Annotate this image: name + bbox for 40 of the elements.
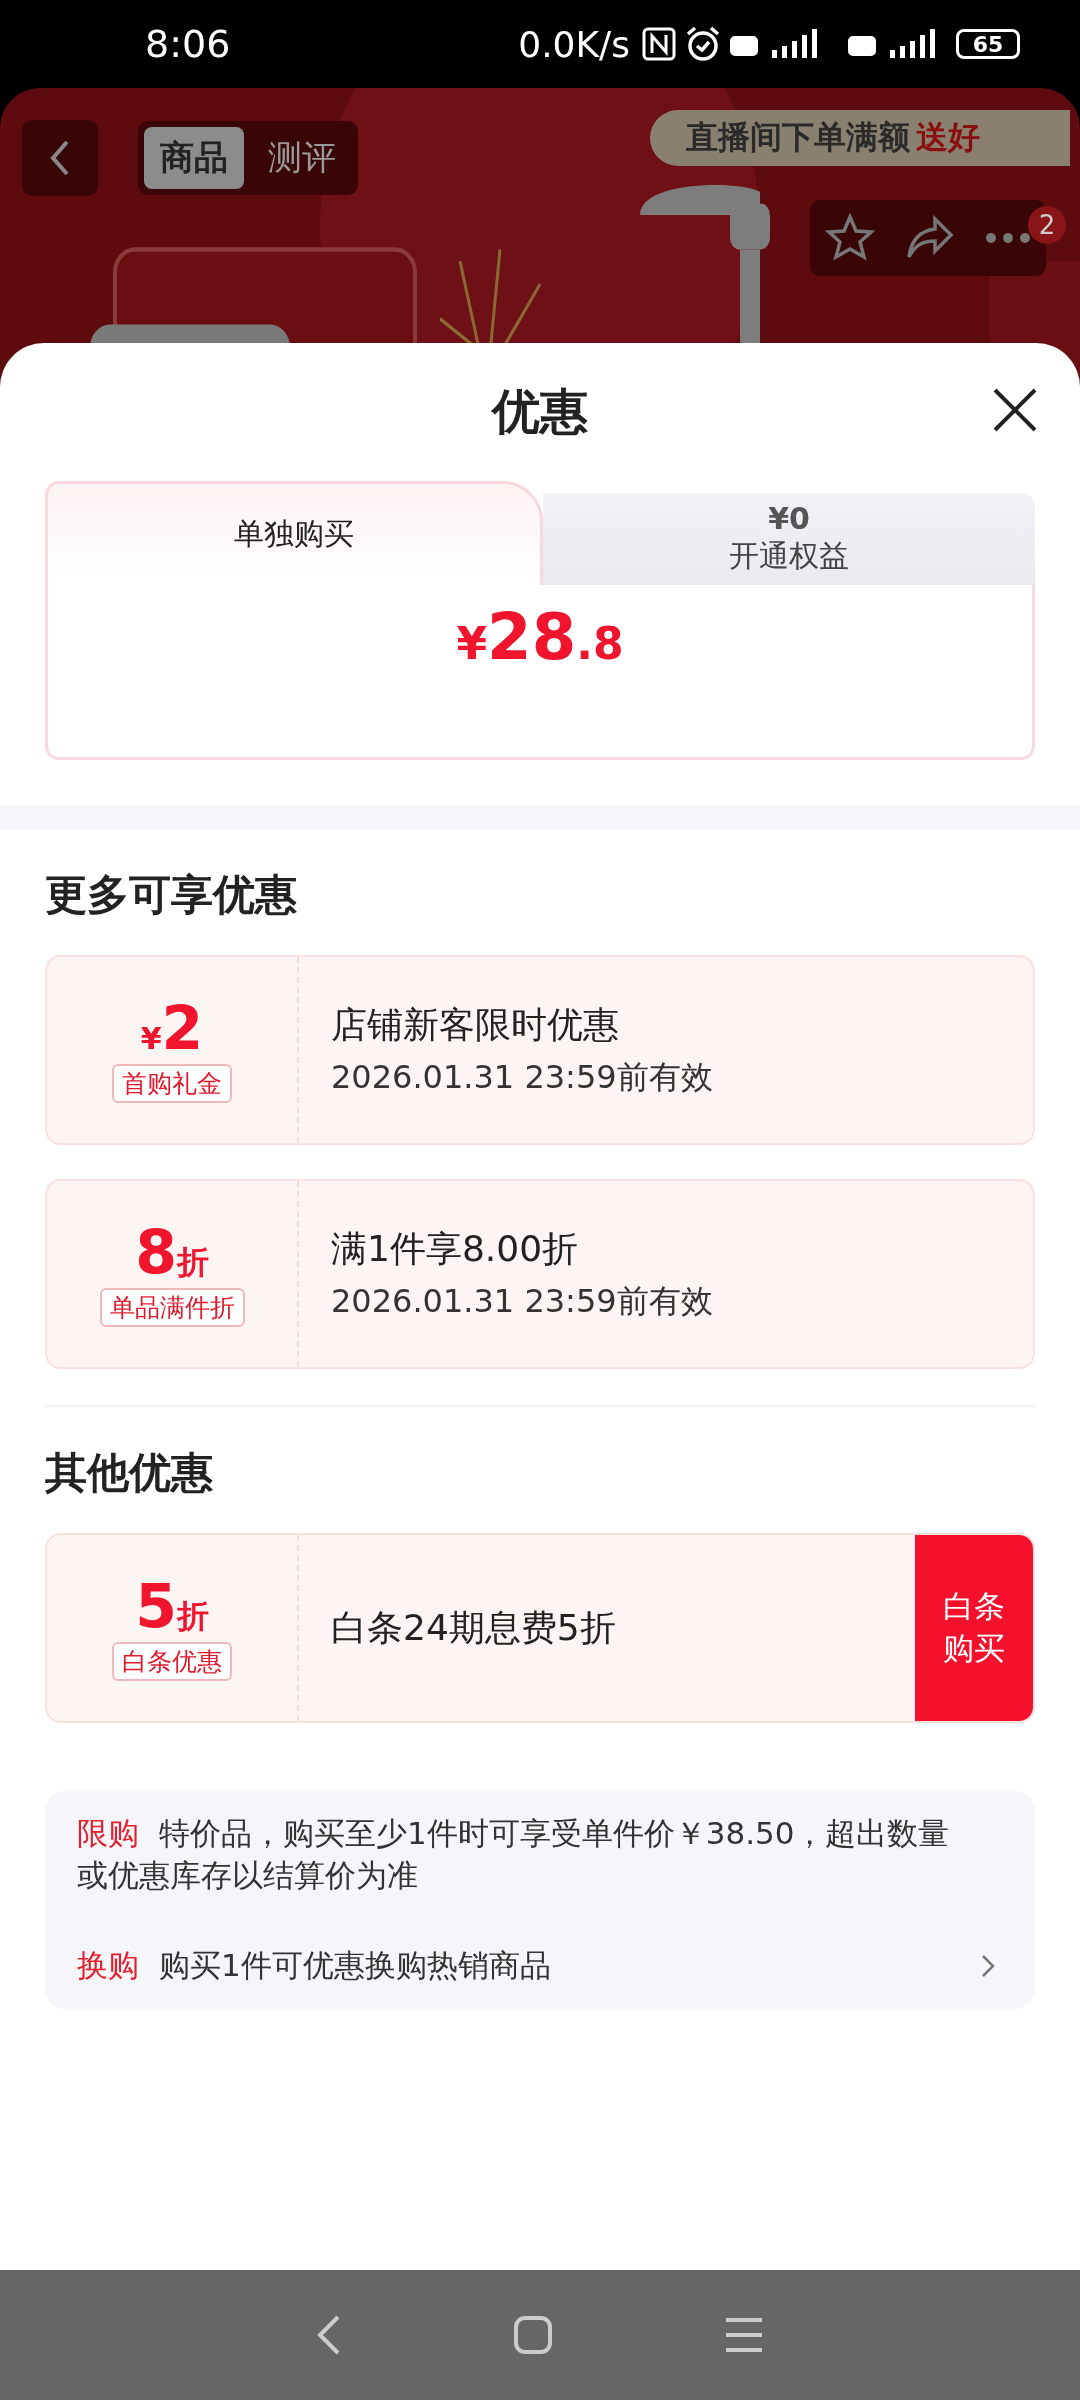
battery-indicator: 65: [956, 29, 1020, 59]
section-title: 其他优惠: [45, 1447, 214, 1499]
back-icon: [49, 138, 71, 178]
back-icon[interactable]: [315, 2313, 342, 2357]
star-icon[interactable]: [825, 213, 875, 263]
banner-text: 直播间下单满额: [686, 117, 910, 158]
home-icon[interactable]: [513, 2315, 553, 2355]
coupon-amount: 8折: [135, 1221, 209, 1284]
purchase-tab[interactable]: 单独购买: [45, 481, 543, 585]
note-text: 限购 特价品，购买至少1件时可享受单件价￥38.50，超出数量或优惠库存以结算价为准: [77, 1814, 951, 1895]
close-icon: [992, 387, 1038, 433]
nfc-icon: [642, 27, 676, 61]
alarm-icon: [684, 25, 722, 63]
purchase-tab[interactable]: ¥0 开通权益: [543, 493, 1035, 585]
status-time: 8:06: [145, 22, 231, 66]
coupon-title: 满1件享8.00折: [331, 1226, 580, 1271]
coupon-tag: 首购礼金: [112, 1064, 232, 1103]
price: ¥28.8: [456, 605, 624, 675]
section-title: 更多可享优惠: [45, 869, 298, 921]
coupon-title: 白条24期息费5折: [331, 1605, 617, 1650]
note-text: 换购 购买1件可优惠换购热销商品: [77, 1945, 551, 1985]
coupon-title: 店铺新客限时优惠: [331, 1002, 620, 1047]
tab[interactable]: 商品: [144, 127, 244, 189]
coupon-validity: 2026.01.31 23:59前有效: [331, 1056, 714, 1098]
coupon-amount: 5折: [135, 1575, 209, 1638]
coupon-tag: 单品满件折: [99, 1288, 245, 1327]
banner-highlight: 送好: [916, 117, 980, 158]
coupon-amount: ¥2: [140, 997, 204, 1060]
more-icon[interactable]: [985, 232, 1031, 244]
coupon-validity: 2026.01.31 23:59前有效: [331, 1280, 714, 1322]
sheet-title: 优惠: [492, 382, 588, 441]
tab[interactable]: 测评: [252, 127, 352, 189]
close-button[interactable]: [992, 387, 1038, 433]
menu-icon[interactable]: [724, 2317, 765, 2353]
network-speed: 0.0K/s: [518, 23, 630, 65]
back-button[interactable]: [22, 120, 98, 196]
buy-button[interactable]: 白条 购买: [915, 1535, 1033, 1721]
coupon-tag: 白条优惠: [112, 1642, 232, 1681]
chevron-right-icon[interactable]: [981, 1953, 995, 1978]
live-banner[interactable]: 直播间下单满额 送好: [650, 110, 1070, 166]
